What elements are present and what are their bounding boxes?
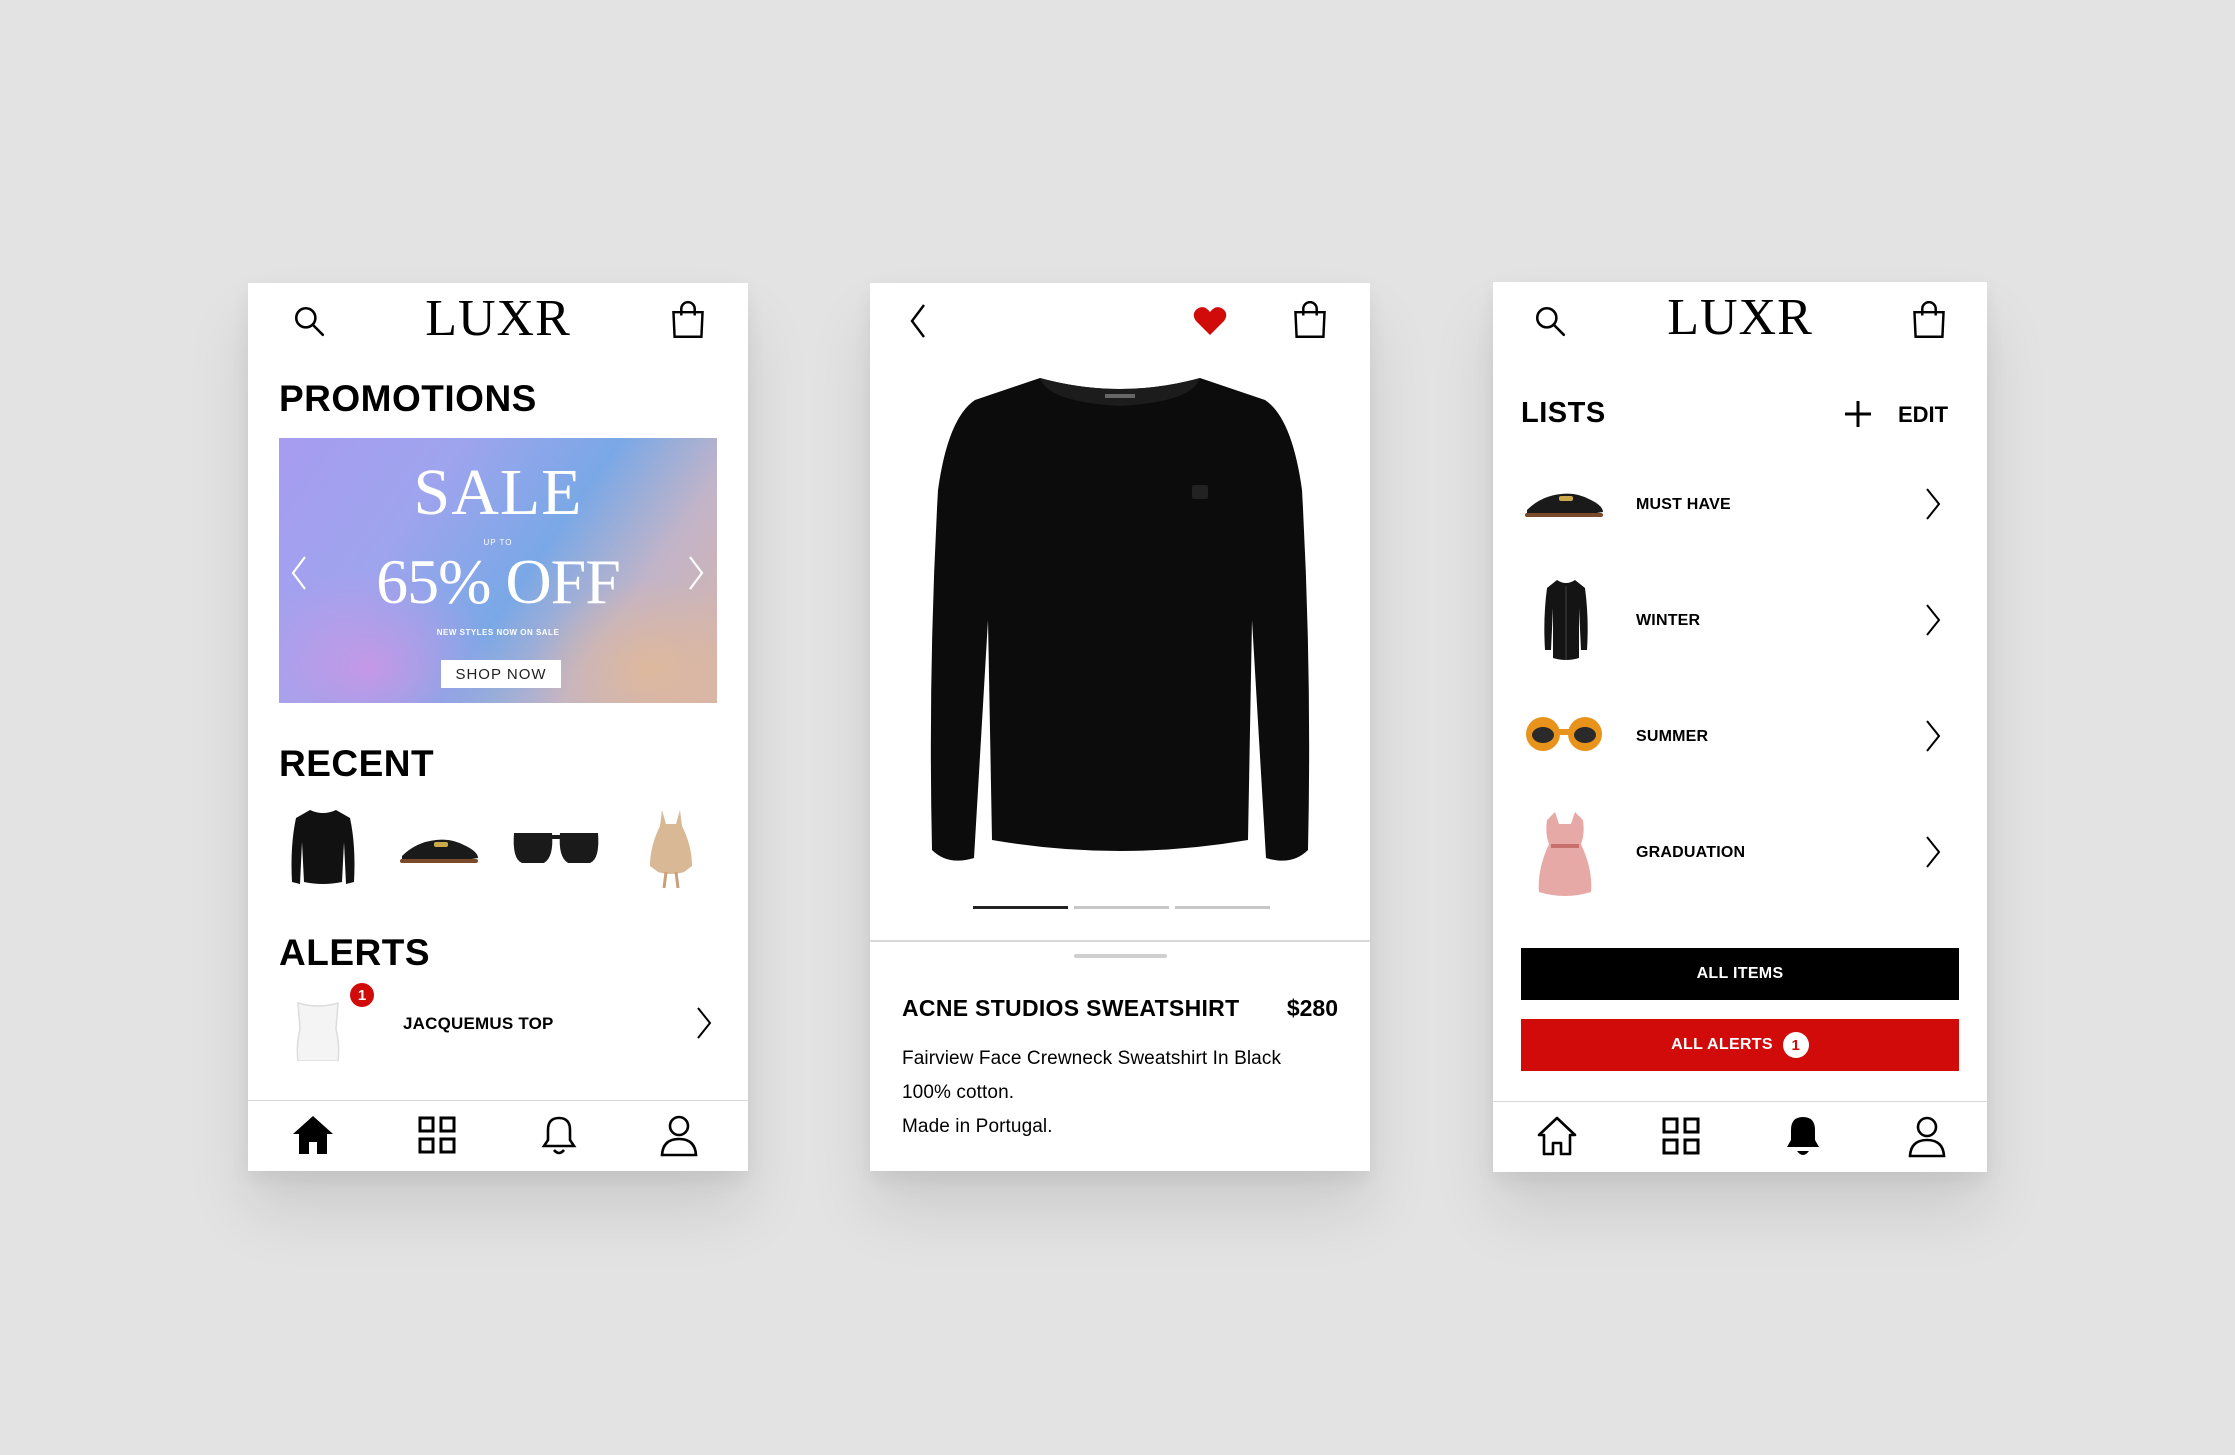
product-description-line: Fairview Face Crewneck Sweatshirt In Bla… [902, 1048, 1282, 1069]
banner-subtitle: NEW STYLES NOW ON SALE [436, 628, 560, 637]
plus-icon[interactable] [1843, 399, 1873, 429]
recent-item-loafer[interactable] [396, 826, 482, 872]
product-description-line: 100% cotton. [902, 1082, 1015, 1103]
promo-banner[interactable]: SALE UP TO 65% OFF NEW STYLES NOW ON SAL… [279, 438, 717, 703]
home-icon[interactable] [1535, 1115, 1579, 1157]
heart-icon[interactable] [1193, 305, 1227, 337]
alert-item-thumb [288, 999, 348, 1061]
all-alerts-badge: 1 [1782, 1032, 1809, 1058]
shopping-bag-icon[interactable] [1911, 301, 1947, 339]
lists-heading: LISTS [1521, 397, 1606, 429]
back-chevron-icon[interactable] [908, 302, 928, 340]
chevron-right-icon[interactable] [1923, 486, 1943, 522]
list-item[interactable]: WINTER [1493, 568, 1987, 678]
home-icon[interactable] [291, 1114, 335, 1156]
chevron-right-icon[interactable] [1923, 718, 1943, 754]
chevron-left-icon[interactable] [289, 554, 309, 592]
alert-badge: 1 [350, 983, 374, 1007]
pager-dot[interactable] [1175, 906, 1270, 909]
chevron-right-icon[interactable] [686, 554, 706, 592]
product-title: ACNE STUDIOS SWEATSHIRT [902, 995, 1240, 1021]
lists-screen: LUXR LISTS EDIT MUST HAVE WINTER SUMMER [1493, 282, 1987, 1172]
product-details-sheet: ACNE STUDIOS SWEATSHIRT $280 Fairview Fa… [870, 940, 1370, 1171]
recent-item-sunglasses[interactable] [510, 823, 602, 873]
alert-row[interactable]: 1 JACQUEMUS TOP [248, 983, 748, 1063]
pager-dot-active[interactable] [973, 906, 1068, 909]
list-item-label: GRADUATION [1636, 844, 1746, 861]
recent-item-dress[interactable] [646, 806, 696, 890]
product-screen: ACNE STUDIOS SWEATSHIRT $280 Fairview Fa… [870, 283, 1370, 1171]
list-item-label: WINTER [1636, 612, 1701, 629]
all-alerts-label: ALL ALERTS [1671, 1036, 1773, 1053]
list-thumb-loafer [1521, 480, 1607, 526]
bell-icon[interactable] [1784, 1114, 1822, 1158]
bottom-tab-bar [1493, 1101, 1987, 1172]
edit-button[interactable]: EDIT [1898, 402, 1948, 428]
bottom-tab-bar [248, 1100, 748, 1171]
shop-now-button[interactable]: SHOP NOW [441, 660, 561, 688]
list-item[interactable]: GRADUATION [1493, 800, 1987, 910]
shopping-bag-icon[interactable] [670, 301, 706, 339]
all-alerts-button[interactable]: ALL ALERTS 1 [1521, 1019, 1959, 1071]
list-item[interactable]: MUST HAVE [1493, 452, 1987, 562]
sheet-grab-handle[interactable] [1074, 954, 1167, 958]
list-item-label: MUST HAVE [1636, 496, 1731, 513]
product-price: $280 [1286, 995, 1338, 1021]
banner-sale-text: SALE [413, 456, 583, 529]
alerts-heading: ALERTS [279, 932, 430, 973]
chevron-right-icon[interactable] [1923, 834, 1943, 870]
list-thumb-sunglasses [1521, 714, 1607, 754]
product-description-line: Made in Portugal. [902, 1116, 1053, 1137]
chevron-right-icon[interactable] [1923, 602, 1943, 638]
image-pager[interactable] [870, 906, 1370, 909]
list-thumb-dress [1533, 810, 1597, 900]
shopping-bag-icon[interactable] [1292, 301, 1328, 339]
home-screen: LUXR PROMOTIONS SALE UP TO 65% OFF NEW S… [248, 283, 748, 1171]
banner-discount-text: 65% OFF [376, 546, 621, 617]
all-items-label: ALL ITEMS [1696, 965, 1784, 982]
promotions-heading: PROMOTIONS [279, 378, 537, 419]
pager-dot[interactable] [1074, 906, 1169, 909]
grid-icon[interactable] [417, 1115, 457, 1155]
recent-item-sweatshirt[interactable] [288, 806, 358, 888]
recent-heading: RECENT [279, 743, 435, 784]
bell-icon[interactable] [540, 1114, 578, 1156]
grid-icon[interactable] [1661, 1116, 1701, 1156]
user-icon[interactable] [659, 1113, 699, 1157]
chevron-right-icon[interactable] [694, 1005, 714, 1041]
list-thumb-coat [1541, 578, 1591, 664]
list-item[interactable]: SUMMER [1493, 684, 1987, 794]
product-image[interactable] [930, 370, 1310, 875]
list-item-label: SUMMER [1636, 728, 1709, 745]
user-icon[interactable] [1907, 1114, 1947, 1158]
all-items-button[interactable]: ALL ITEMS [1521, 948, 1959, 1000]
alert-label: JACQUEMUS TOP [403, 1014, 554, 1033]
